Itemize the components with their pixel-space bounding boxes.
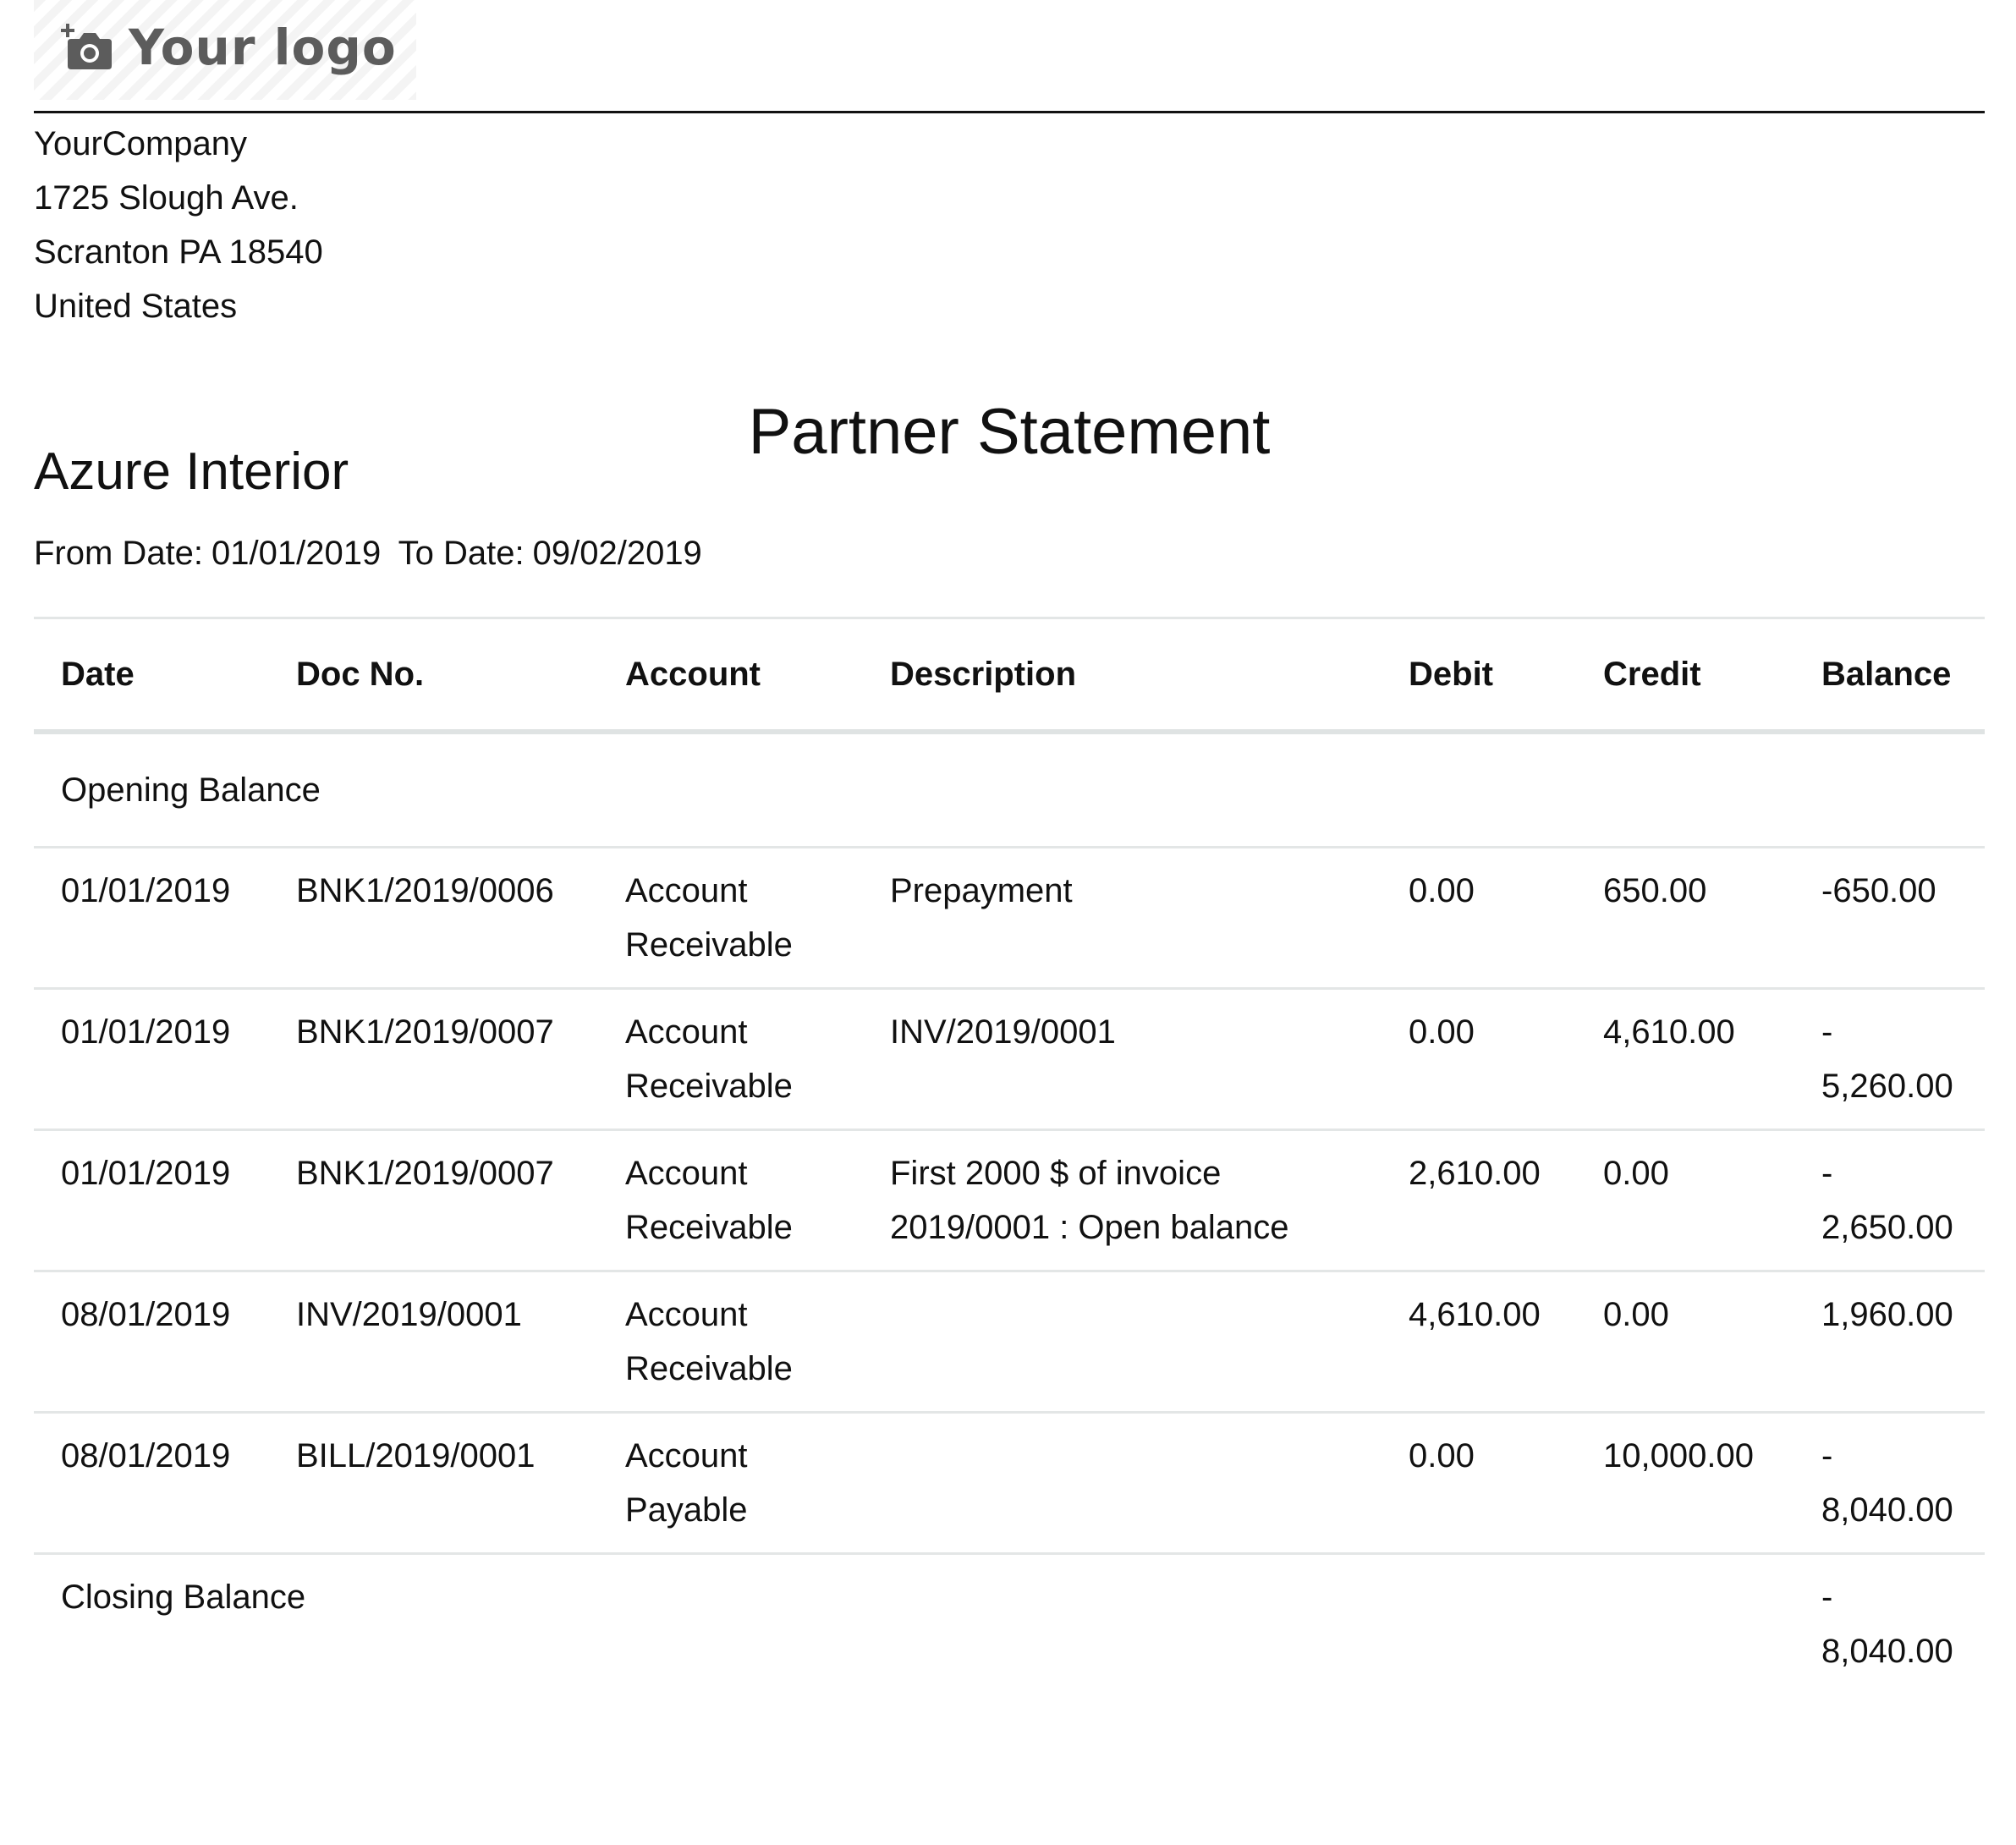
company-name: YourCompany bbox=[34, 125, 248, 162]
company-address: YourCompany 1725 Slough Ave. Scranton PA… bbox=[34, 117, 323, 333]
row-description: First 2000 $ of invoice 2019/0001 : Open … bbox=[863, 1129, 1382, 1272]
row-credit: 650.00 bbox=[1576, 847, 1794, 990]
row-account-line: Account bbox=[625, 1437, 748, 1474]
row-description-line: First 2000 $ of invoice bbox=[890, 1155, 1222, 1192]
table-row: 08/01/2019 INV/2019/0001 Account Receivab… bbox=[34, 1271, 1985, 1414]
row-doc-no: BNK1/2019/0006 bbox=[269, 847, 598, 990]
row-balance-line: 5,260.00 bbox=[1821, 1068, 1953, 1105]
from-date-label: From Date: bbox=[34, 535, 204, 572]
closing-balance-value: - 8,040.00 bbox=[1794, 1554, 1985, 1694]
row-account-line: Account bbox=[625, 1296, 748, 1333]
statement-table: Date Doc No. Account Description Debit C… bbox=[34, 617, 1985, 1694]
row-account: Account Payable bbox=[598, 1412, 863, 1555]
opening-balance-row: Opening Balance bbox=[34, 732, 1985, 848]
partner-name: Azure Interior bbox=[34, 442, 349, 501]
from-date-value: 01/01/2019 bbox=[211, 535, 382, 572]
row-description: Prepayment bbox=[863, 847, 1382, 990]
row-balance-line: - bbox=[1821, 1155, 1833, 1192]
row-date: 01/01/2019 bbox=[34, 988, 269, 1131]
company-country: United States bbox=[34, 288, 238, 325]
row-account: Account Receivable bbox=[598, 1129, 863, 1272]
table-row: 08/01/2019 BILL/2019/0001 Account Payable… bbox=[34, 1412, 1985, 1555]
table-row: 01/01/2019 BNK1/2019/0007 Account Receiva… bbox=[34, 988, 1985, 1131]
row-doc-no: INV/2019/0001 bbox=[269, 1271, 598, 1414]
table-header-row: Date Doc No. Account Description Debit C… bbox=[34, 617, 1985, 734]
row-debit: 2,610.00 bbox=[1382, 1129, 1576, 1272]
row-debit: 0.00 bbox=[1382, 1412, 1576, 1555]
closing-balance-label: Closing Balance bbox=[61, 1579, 306, 1616]
row-date: 08/01/2019 bbox=[34, 1412, 269, 1555]
row-credit: 0.00 bbox=[1576, 1129, 1794, 1272]
row-description-line: Prepayment bbox=[890, 872, 1073, 909]
row-account-line: Receivable bbox=[625, 926, 793, 964]
row-doc-no: BNK1/2019/0007 bbox=[269, 1129, 598, 1272]
row-account-line: Account bbox=[625, 1013, 748, 1051]
row-date: 08/01/2019 bbox=[34, 1271, 269, 1414]
row-description bbox=[863, 1412, 1382, 1555]
row-balance-line: 1,960.00 bbox=[1821, 1296, 1953, 1333]
row-account-line: Receivable bbox=[625, 1209, 793, 1246]
closing-balance-line: - bbox=[1821, 1579, 1833, 1616]
row-balance-line: 2,650.00 bbox=[1821, 1209, 1953, 1246]
row-debit: 0.00 bbox=[1382, 988, 1576, 1131]
column-header-credit: Credit bbox=[1576, 617, 1794, 734]
row-debit: 4,610.00 bbox=[1382, 1271, 1576, 1414]
table-row: 01/01/2019 BNK1/2019/0007 Account Receiva… bbox=[34, 1129, 1985, 1272]
row-credit: 4,610.00 bbox=[1576, 988, 1794, 1131]
row-account: Account Receivable bbox=[598, 988, 863, 1131]
row-balance-line: - bbox=[1821, 1437, 1833, 1474]
column-header-debit: Debit bbox=[1382, 617, 1576, 734]
row-debit: 0.00 bbox=[1382, 847, 1576, 990]
company-street: 1725 Slough Ave. bbox=[34, 179, 299, 217]
row-credit: 0.00 bbox=[1576, 1271, 1794, 1414]
closing-balance-line: 8,040.00 bbox=[1821, 1633, 1953, 1670]
report-header: Your logo bbox=[34, 0, 1985, 113]
row-balance: - 2,650.00 bbox=[1794, 1129, 1985, 1272]
row-description-line: INV/2019/0001 bbox=[890, 1013, 1116, 1051]
row-date: 01/01/2019 bbox=[34, 847, 269, 990]
column-header-date: Date bbox=[34, 617, 269, 734]
logo-text: Your logo bbox=[129, 19, 397, 76]
closing-balance-row: Closing Balance - 8,040.00 bbox=[34, 1554, 1985, 1694]
row-description-line: 2019/0001 : Open balance bbox=[890, 1209, 1289, 1246]
column-header-account: Account bbox=[598, 617, 863, 734]
row-balance: - 8,040.00 bbox=[1794, 1412, 1985, 1555]
company-city: Scranton PA 18540 bbox=[34, 233, 323, 271]
row-balance-line: - bbox=[1821, 1013, 1833, 1051]
row-credit: 10,000.00 bbox=[1576, 1412, 1794, 1555]
row-description bbox=[863, 1271, 1382, 1414]
row-account-line: Payable bbox=[625, 1491, 748, 1529]
column-header-balance: Balance bbox=[1794, 617, 1985, 734]
row-description: INV/2019/0001 bbox=[863, 988, 1382, 1131]
table-row: 01/01/2019 BNK1/2019/0006 Account Receiva… bbox=[34, 847, 1985, 990]
column-header-doc-no: Doc No. bbox=[269, 617, 598, 734]
to-date-value: 09/02/2019 bbox=[532, 535, 702, 572]
row-balance: 1,960.00 bbox=[1794, 1271, 1985, 1414]
row-balance: - 5,260.00 bbox=[1794, 988, 1985, 1131]
to-date-label: To Date: bbox=[398, 535, 525, 572]
row-balance-line: 8,040.00 bbox=[1821, 1491, 1953, 1529]
row-account-line: Receivable bbox=[625, 1350, 793, 1387]
statement-page: Your logo YourCompany 1725 Slough Ave. S… bbox=[34, 0, 1985, 1670]
row-account: Account Receivable bbox=[598, 1271, 863, 1414]
row-account-line: Receivable bbox=[625, 1068, 793, 1105]
camera-plus-icon bbox=[61, 24, 112, 69]
row-account-line: Account bbox=[625, 872, 748, 909]
row-doc-no: BILL/2019/0001 bbox=[269, 1412, 598, 1555]
row-balance-line: -650.00 bbox=[1821, 872, 1936, 909]
row-doc-no: BNK1/2019/0007 bbox=[269, 988, 598, 1131]
opening-balance-label: Opening Balance bbox=[34, 732, 1985, 848]
row-date: 01/01/2019 bbox=[34, 1129, 269, 1272]
row-account-line: Account bbox=[625, 1155, 748, 1192]
company-logo[interactable]: Your logo bbox=[34, 0, 416, 100]
row-balance: -650.00 bbox=[1794, 847, 1985, 990]
column-header-description: Description bbox=[863, 617, 1382, 734]
row-account: Account Receivable bbox=[598, 847, 863, 990]
date-range: From Date: 01/01/2019 To Date: 09/02/2019 bbox=[34, 530, 711, 577]
